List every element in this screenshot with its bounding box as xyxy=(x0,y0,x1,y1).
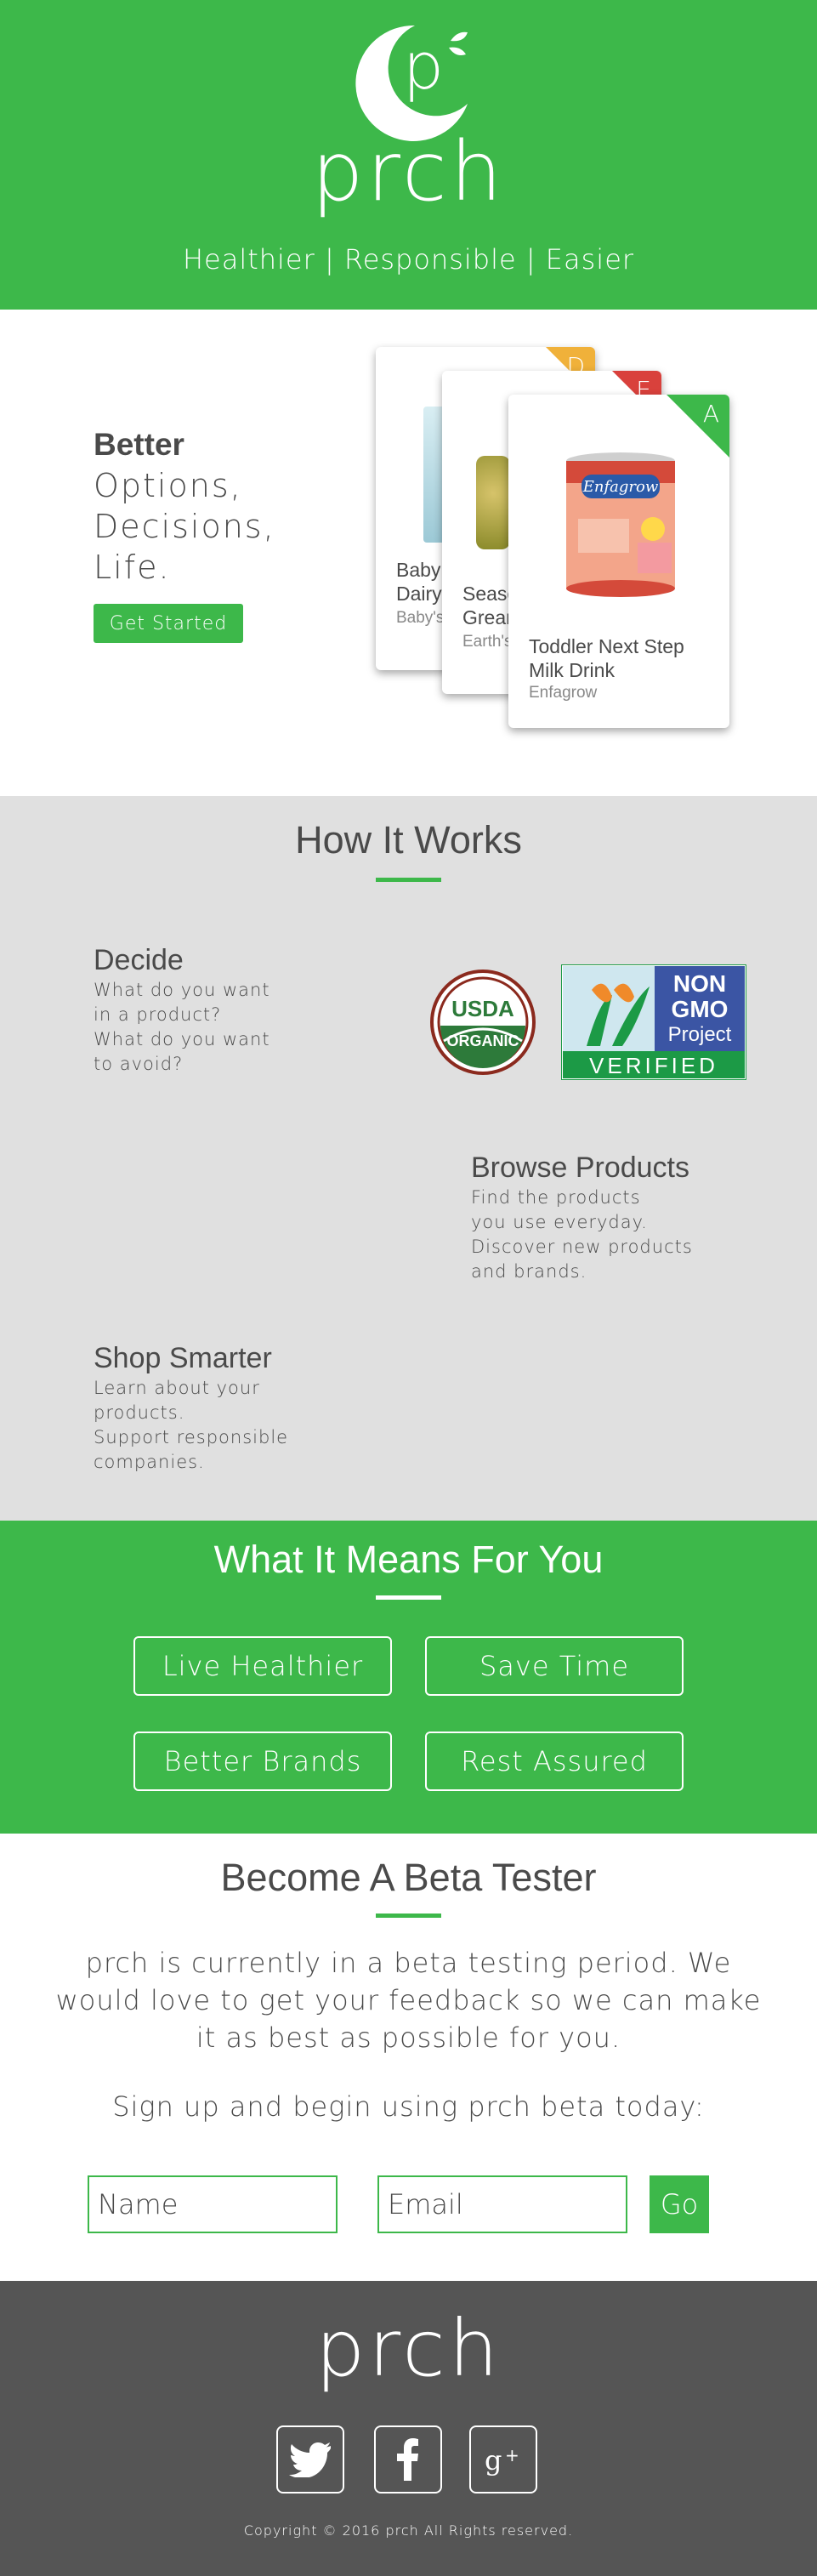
how-it-works-section: How It Works Decide What do you want in … xyxy=(0,796,817,1521)
facebook-icon xyxy=(397,2438,418,2481)
usda-line2: ORGANIC xyxy=(447,1032,519,1049)
section-title: Become A Beta Tester xyxy=(220,1856,597,1899)
email-field[interactable] xyxy=(377,2175,627,2233)
step-title-browse: Browse Products xyxy=(471,1152,689,1184)
product-name: Toddler Next Step Milk Drink xyxy=(529,635,684,681)
hero-section: p prch Healthier | Responsible | Easier xyxy=(0,0,817,310)
intro-word-options: Options, xyxy=(94,467,242,504)
google-plus-icon: g + xyxy=(485,2444,519,2476)
logo-letter: p xyxy=(403,28,444,104)
non-gmo-verified-icon: NON GMO Project VERIFIED xyxy=(561,964,746,1080)
twitter-icon xyxy=(289,2442,331,2477)
better-brands-button[interactable]: Better Brands xyxy=(133,1732,392,1791)
beta-description: prch is currently in a beta testing peri… xyxy=(55,1947,762,2054)
grade-corner xyxy=(667,395,729,458)
title-underline xyxy=(376,1914,441,1918)
product-card[interactable]: A Enfagrow Toddler Next Step Milk Drink … xyxy=(508,395,729,728)
what-it-means-section: What It Means For You Live Healthier Sav… xyxy=(0,1521,817,1834)
title-underline xyxy=(376,878,441,882)
get-started-button[interactable]: Get Started xyxy=(94,604,243,643)
intro-word-life: Life. xyxy=(94,549,171,586)
intro-word-decisions: Decisions, xyxy=(94,508,275,545)
copyright: Copyright © 2016 prch All Rights reserve… xyxy=(243,2522,574,2539)
go-button[interactable]: Go xyxy=(650,2175,709,2233)
usda-organic-icon: USDA ORGANIC xyxy=(430,970,536,1075)
rest-assured-button[interactable]: Rest Assured xyxy=(425,1732,684,1791)
nongmo-line4: VERIFIED xyxy=(589,1053,718,1078)
beta-signup-text: Sign up and begin using prch beta today: xyxy=(112,2090,705,2123)
nongmo-line3: Project xyxy=(668,1023,732,1046)
intro-section: Better Options, Decisions, Life. Get Sta… xyxy=(0,310,817,796)
save-time-button[interactable]: Save Time xyxy=(425,1636,684,1696)
step-body-browse: Find the products you use everyday. Disc… xyxy=(471,1187,693,1282)
beta-tester-section: Become A Beta Tester prch is currently i… xyxy=(0,1834,817,2281)
usda-line1: USDA xyxy=(451,996,514,1021)
step-body-shop: Learn about your products. Support respo… xyxy=(94,1378,289,1472)
grade-letter: A xyxy=(702,400,719,428)
title-underline xyxy=(376,1595,441,1600)
product-image: Enfagrow xyxy=(566,452,675,597)
live-healthier-button[interactable]: Live Healthier xyxy=(133,1636,392,1696)
product-brand: Earth's xyxy=(462,633,513,651)
intro-heading: Better xyxy=(94,427,184,462)
product-brand: Baby's xyxy=(396,609,445,627)
step-title-shop: Shop Smarter xyxy=(94,1342,272,1374)
product-brand: Enfagrow xyxy=(529,684,598,702)
nongmo-line2: GMO xyxy=(672,996,729,1022)
product-image xyxy=(476,456,510,549)
step-body-decide: What do you want in a product? What do y… xyxy=(94,980,270,1074)
nongmo-line1: NON xyxy=(673,970,726,997)
logo-wordmark: prch xyxy=(311,124,506,219)
name-field[interactable] xyxy=(88,2175,338,2233)
svg-text:+: + xyxy=(505,2445,519,2465)
twitter-link[interactable] xyxy=(276,2425,344,2494)
section-title: What It Means For You xyxy=(213,1538,604,1581)
can-label: Enfagrow xyxy=(582,478,659,496)
facebook-link[interactable] xyxy=(374,2425,442,2494)
tagline: Healthier | Responsible | Easier xyxy=(182,243,635,276)
svg-text:g: g xyxy=(485,2444,502,2476)
section-title: How It Works xyxy=(295,818,522,862)
footer-logo: prch xyxy=(315,2303,502,2394)
google-plus-link[interactable]: g + xyxy=(469,2425,537,2494)
footer: prch g + Copyright © 2016 prch All Right… xyxy=(0,2281,817,2576)
step-title-decide: Decide xyxy=(94,944,184,976)
product-name: Baby Dairy xyxy=(396,559,442,605)
